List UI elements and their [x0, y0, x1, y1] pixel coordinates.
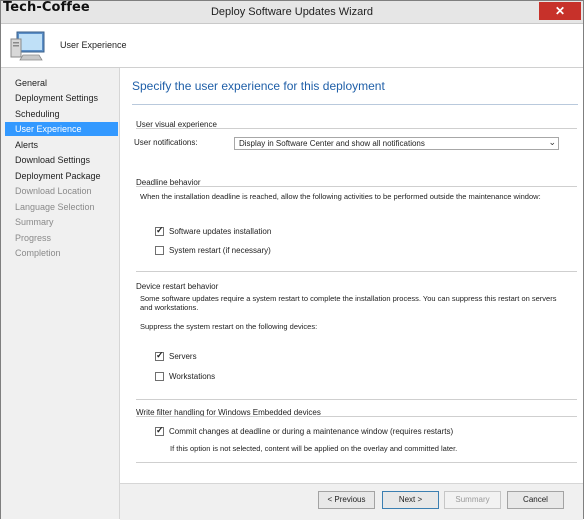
servers-label: Servers	[169, 352, 197, 361]
commit-changes-checkbox[interactable]: ✓	[155, 425, 164, 436]
nav-item-download-settings[interactable]: Download Settings	[5, 153, 118, 167]
suppress-restart-label: Suppress the system restart on the follo…	[140, 322, 318, 331]
visual-experience-divider	[136, 128, 577, 129]
write-filter-divider	[136, 416, 577, 417]
title-bar: Tech-Coffee Deploy Software Updates Wiza…	[1, 0, 583, 24]
user-notifications-value: Display in Software Center and show all …	[239, 139, 425, 148]
nav-item-general[interactable]: General	[5, 76, 118, 90]
nav-item-summary: Summary	[15, 217, 54, 227]
deadline-divider	[136, 186, 577, 187]
heading-divider	[132, 104, 578, 105]
deadline-description: When the installation deadline is reache…	[140, 192, 541, 201]
wizard-content: Specify the user experience for this dep…	[120, 68, 583, 483]
nav-item-completion: Completion	[15, 248, 61, 258]
user-notifications-label: User notifications:	[134, 138, 198, 147]
cancel-button[interactable]: Cancel	[507, 491, 564, 509]
write-filter-note: If this option is not selected, content …	[170, 444, 458, 453]
nav-item-deployment-settings[interactable]: Deployment Settings	[5, 91, 118, 105]
close-button[interactable]: ✕	[539, 2, 581, 20]
write-filter-bottom-divider	[136, 462, 577, 463]
nav-item-scheduling[interactable]: Scheduling	[5, 107, 118, 121]
restart-description-line2: and workstations.	[140, 303, 199, 312]
wizard-window: Tech-Coffee Deploy Software Updates Wiza…	[0, 0, 584, 520]
next-button[interactable]: Next >	[382, 491, 439, 509]
nav-item-language-selection: Language Selection	[15, 202, 95, 212]
page-heading: Specify the user experience for this dep…	[132, 79, 385, 93]
summary-button: Summary	[444, 491, 501, 509]
system-restart-checkbox[interactable]	[155, 246, 164, 255]
restart-divider	[136, 271, 577, 272]
check-icon: ✓	[156, 350, 164, 360]
nav-item-download-location: Download Location	[15, 186, 92, 196]
close-icon: ✕	[554, 4, 566, 18]
nav-item-user-experience[interactable]: User Experience	[5, 122, 118, 136]
user-notifications-select[interactable]: Display in Software Center and show all …	[234, 137, 559, 150]
software-updates-checkbox[interactable]: ✓	[155, 225, 164, 236]
restart-description-line1: Some software updates require a system r…	[140, 294, 557, 303]
restart-group-label: Device restart behavior	[136, 282, 219, 291]
check-icon: ✓	[156, 425, 164, 435]
wizard-header: User Experience	[1, 24, 583, 68]
workstations-checkbox[interactable]	[155, 372, 164, 381]
previous-button[interactable]: < Previous	[318, 491, 375, 509]
check-icon: ✓	[156, 225, 164, 235]
system-restart-label: System restart (if necessary)	[169, 246, 271, 255]
nav-item-deployment-package[interactable]: Deployment Package	[5, 169, 118, 183]
workstations-label: Workstations	[169, 372, 216, 381]
chevron-down-icon: ⌄	[548, 137, 556, 147]
software-updates-label: Software updates installation	[169, 227, 272, 236]
computer-monitor-icon	[10, 31, 45, 61]
nav-item-alerts[interactable]: Alerts	[5, 138, 118, 152]
window-title: Deploy Software Updates Wizard	[210, 6, 373, 18]
commit-changes-label: Commit changes at deadline or during a m…	[169, 427, 454, 436]
servers-checkbox[interactable]: ✓	[155, 350, 164, 361]
nav-item-progress: Progress	[15, 233, 52, 243]
header-step-label: User Experience	[60, 40, 127, 50]
write-filter-top-divider	[136, 399, 577, 400]
wizard-footer: < Previous Next > Summary Cancel	[120, 483, 583, 520]
wizard-nav: General Deployment Settings Scheduling U…	[1, 68, 120, 519]
